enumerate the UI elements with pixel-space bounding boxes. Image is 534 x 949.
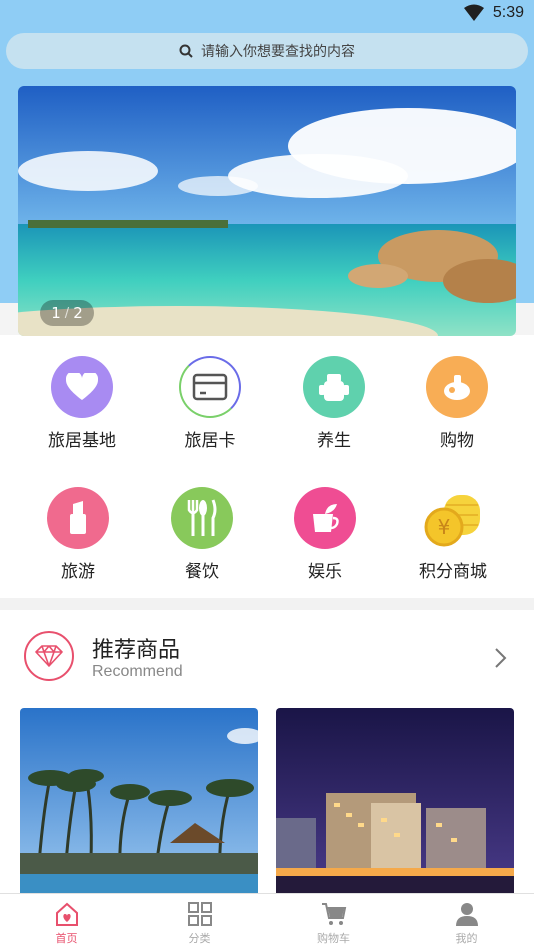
category-item-health[interactable]: 养生: [274, 340, 394, 451]
category-label: 旅居卡: [184, 431, 236, 451]
pager-current: 1: [51, 304, 61, 322]
pager-total: 2: [73, 304, 83, 322]
search-placeholder: 请输入你想要查找的内容: [201, 44, 355, 60]
category-label: 旅居基地: [48, 431, 116, 451]
resort-image: [20, 708, 258, 894]
product-card[interactable]: [20, 708, 258, 894]
cup-icon: [303, 356, 365, 418]
banner-pager: 1 / 2: [40, 300, 94, 326]
category-label: 娱乐: [308, 562, 342, 582]
tab-label: 购物车: [317, 932, 350, 945]
svg-text:¥: ¥: [438, 515, 451, 539]
tab-category[interactable]: 分类: [133, 894, 266, 949]
product-card[interactable]: [276, 708, 514, 894]
wifi-icon: [464, 4, 484, 21]
category-item-entertainment[interactable]: 娱乐: [265, 471, 385, 582]
bottom-tab-bar: 首页 分类 购物车 我的: [0, 893, 534, 949]
category-item-travel[interactable]: 旅游: [18, 471, 138, 582]
pager-separator: /: [64, 305, 70, 321]
home-screen: 5:39 请输入你想要查找的内容 1 / 2 旅居基地 旅居卡 养生 购物 旅游…: [0, 0, 534, 949]
category-item-dining[interactable]: 餐饮: [142, 471, 262, 582]
category-label: 积分商城: [419, 562, 487, 582]
category-item-card[interactable]: 旅居卡: [150, 340, 270, 451]
card-icon: [179, 356, 241, 418]
diamond-icon: [24, 631, 74, 681]
recommend-subtitle: Recommend: [92, 663, 183, 680]
drink-icon: [294, 487, 356, 549]
basket-icon: [426, 356, 488, 418]
status-bar: 5:39: [0, 0, 534, 28]
cart-icon: [322, 903, 347, 925]
tab-label: 我的: [455, 932, 478, 945]
category-grid: 旅居基地 旅居卡 养生 购物 旅游 餐饮 娱乐 ¥ 积分商城: [0, 340, 534, 598]
recommend-title: 推荐商品: [92, 638, 181, 663]
category-label: 旅游: [61, 562, 95, 582]
category-item-shopping[interactable]: 购物: [397, 340, 517, 451]
category-item-base[interactable]: 旅居基地: [22, 340, 142, 451]
category-label: 购物: [440, 431, 474, 451]
grid-icon: [188, 902, 212, 926]
banner-carousel[interactable]: [18, 86, 516, 336]
tab-cart[interactable]: 购物车: [267, 894, 400, 949]
coins-icon: ¥: [422, 487, 484, 549]
tab-label: 首页: [55, 932, 78, 945]
chevron-right-icon[interactable]: [492, 646, 510, 670]
search-icon: [179, 44, 193, 58]
tab-profile[interactable]: 我的: [400, 894, 533, 949]
user-icon: [456, 903, 478, 926]
home-icon: [56, 902, 78, 926]
status-time: 5:39: [492, 4, 524, 21]
category-item-points-mall[interactable]: ¥ 积分商城: [393, 471, 513, 582]
night-city-image: [276, 708, 514, 894]
tab-home[interactable]: 首页: [0, 894, 133, 949]
heart-icon: [51, 356, 113, 418]
search-input[interactable]: 请输入你想要查找的内容: [6, 33, 528, 69]
beach-image: [18, 86, 516, 336]
recommend-header[interactable]: 推荐商品 Recommend: [0, 612, 534, 702]
tab-label: 分类: [188, 932, 211, 945]
category-label: 养生: [317, 431, 351, 451]
category-label: 餐饮: [185, 562, 219, 582]
section-divider: [0, 598, 534, 610]
lipstick-icon: [47, 487, 109, 549]
cutlery-icon: [171, 487, 233, 549]
